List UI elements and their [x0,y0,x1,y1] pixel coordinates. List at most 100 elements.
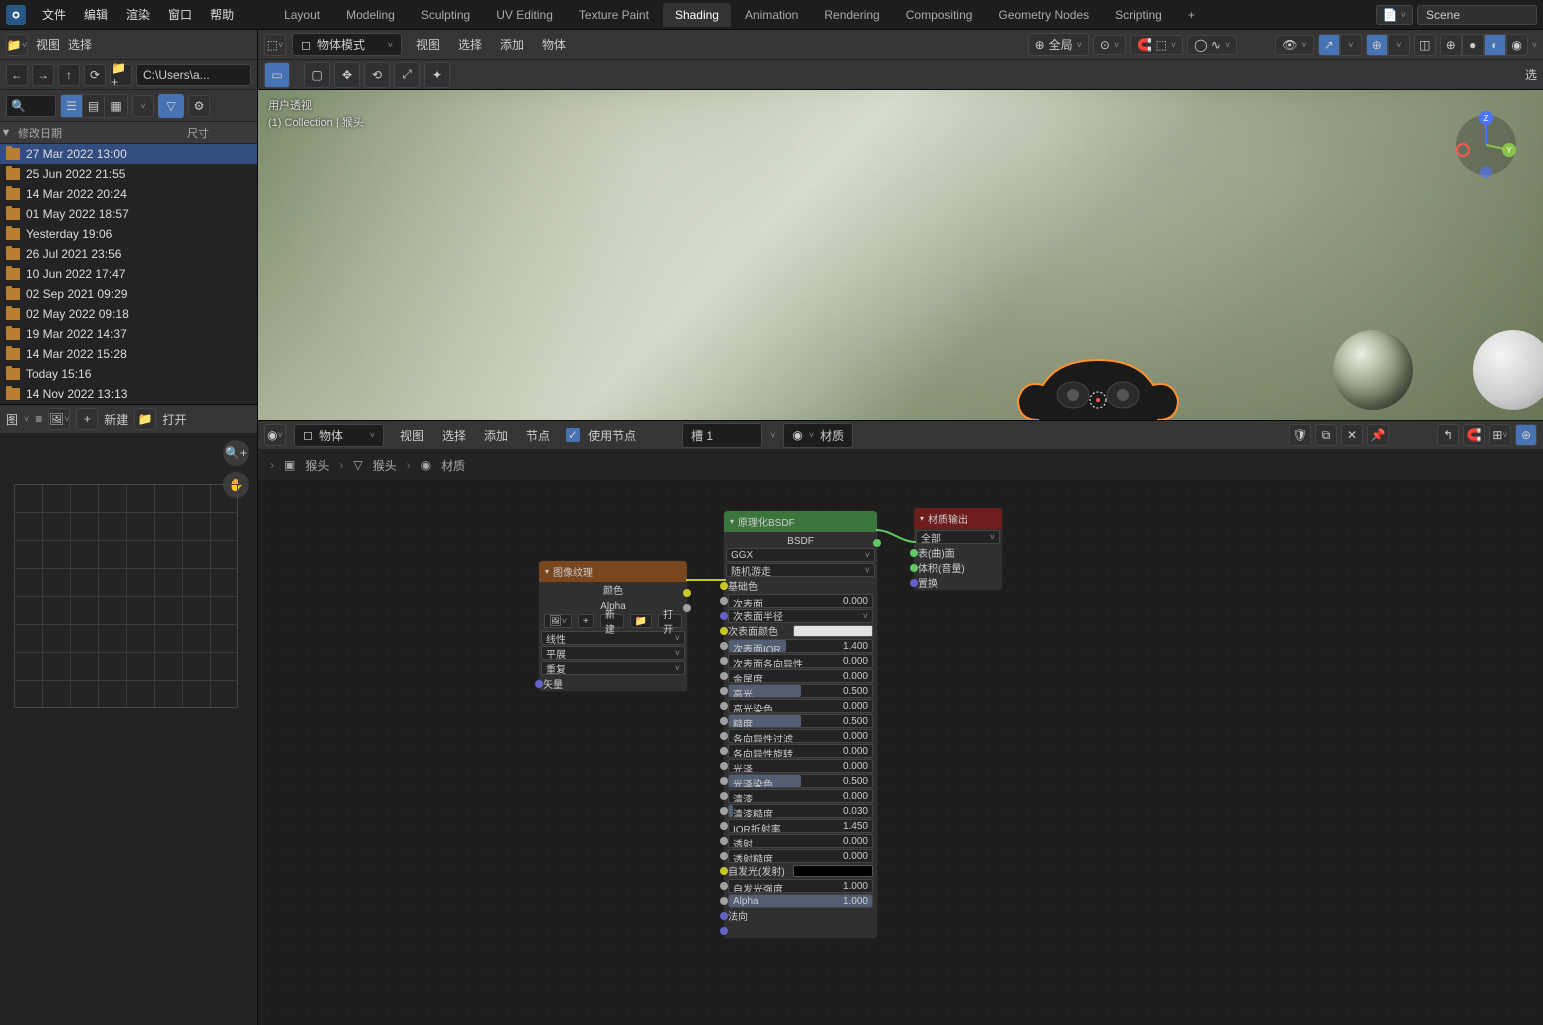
principled-bsdf-node[interactable]: ▾原理化BSDF BSDF GGX˅ 随机游走˅ 基础色 次表面0.000次表面… [723,510,878,939]
tool-rotate-icon[interactable]: ⟲ [364,62,390,88]
file-row[interactable]: Yesterday 19:06 [0,224,257,244]
node-select[interactable]: 选择 [434,424,474,447]
file-row[interactable]: 01 May 2022 18:57 [0,204,257,224]
hdri-preview-sphere[interactable] [1333,330,1413,410]
pivot-selector[interactable]: ⊙˅ [1093,35,1126,55]
gray-preview-sphere[interactable] [1473,330,1543,410]
vp-view[interactable]: 视图 [408,33,448,56]
tab-texture-paint[interactable]: Texture Paint [567,3,661,27]
settings-icon[interactable]: ⚙ [188,95,210,117]
proportional-toggle[interactable]: ◯ ∿˅ [1187,35,1237,55]
col-date[interactable]: 修改日期 [12,125,187,141]
tool-move-icon[interactable]: ✥ [334,62,360,88]
pin-icon[interactable]: 📌 [1367,424,1389,446]
tool-box-icon[interactable]: ▢ [304,62,330,88]
nav-forward-icon[interactable]: → [32,64,54,86]
file-row[interactable]: 26 Jul 2021 23:56 [0,244,257,264]
tab-geometry-nodes[interactable]: Geometry Nodes [986,3,1101,27]
fb-menu-view[interactable]: 视图 [36,36,60,53]
menu-file[interactable]: 文件 [34,2,74,27]
node-add[interactable]: 添加 [476,424,516,447]
file-row[interactable]: 25 Jun 2022 21:55 [0,164,257,184]
image-canvas[interactable]: 🔍+ ✋ [0,434,257,1025]
matprev-icon[interactable]: ◐ [1484,34,1506,56]
gizmo-dd[interactable]: ˅ [1340,34,1362,56]
gizmo-icon[interactable]: ↗ [1318,34,1340,56]
material-output-node[interactable]: ▾材质输出 全部˅ 表(曲)面 体积(音量) 置换 [913,507,1003,591]
file-row[interactable]: 14 Mar 2022 20:24 [0,184,257,204]
image-add-icon[interactable]: + [76,408,98,430]
nav-newfolder-icon[interactable]: 📁+ [110,64,132,86]
3d-viewport[interactable]: 用户透视 (1) Collection | 猴头 Z Y [258,90,1543,420]
filebrowser-editor-icon[interactable]: 📁˅ [6,34,28,56]
tab-rendering[interactable]: Rendering [812,3,891,27]
tool-scale-icon[interactable]: ⤢ [394,62,420,88]
snap-grid-icon[interactable]: ⊞˅ [1489,424,1511,446]
viewport-editor-icon[interactable]: ⬚˅ [264,34,286,56]
node-editor-icon[interactable]: ◉˅ [264,424,286,446]
image-texture-node[interactable]: ▾图像纹理 颜色 Alpha 🖼˅ + 新建 📁 打开 线性˅ 平展˅ 重复˅ … [538,560,688,692]
file-row[interactable]: 10 Jun 2022 17:47 [0,264,257,284]
node-canvas[interactable]: ▾图像纹理 颜色 Alpha 🖼˅ + 新建 📁 打开 线性˅ 平展˅ 重复˅ … [258,480,1543,1025]
wireframe-icon[interactable]: ⊕ [1440,34,1462,56]
tab-animation[interactable]: Animation [733,3,810,27]
filter-icon[interactable]: ▽ [158,94,184,118]
xray-icon[interactable]: ◫ [1414,34,1436,56]
tab-compositing[interactable]: Compositing [894,3,985,27]
img-menu-icon[interactable]: ≡ [35,412,42,426]
image-dropdown-icon[interactable]: 🖼˅ [48,408,70,430]
file-row[interactable]: 14 Nov 2022 13:13 [0,384,257,404]
path-field[interactable]: C:\Users\a... [136,64,251,86]
menu-window[interactable]: 窗口 [160,2,200,27]
tab-shading[interactable]: Shading [663,3,731,27]
scene-name-field[interactable]: Scene [1417,5,1537,25]
menu-edit[interactable]: 编辑 [76,2,116,27]
fb-menu-select[interactable]: 选择 [68,36,92,53]
tab-modeling[interactable]: Modeling [334,3,407,27]
overlay-icon[interactable]: ⊕ [1366,34,1388,56]
tool-transform-icon[interactable]: ✦ [424,62,450,88]
nav-up-icon[interactable]: ↑ [58,64,80,86]
nav-gizmo[interactable]: Z Y [1451,110,1521,180]
display-list-icon[interactable]: ☰ [61,95,83,117]
overlay-dd[interactable]: ˅ [1388,34,1410,56]
use-nodes-checkbox[interactable]: ✓ [566,428,580,442]
search-input[interactable]: 🔍 [6,95,56,117]
vp-object[interactable]: 物体 [534,33,574,56]
overlay-node-icon[interactable]: ⊕ [1515,424,1537,446]
close-icon[interactable]: ✕ [1341,424,1363,446]
img-new[interactable]: 新建 [104,411,128,428]
vp-select[interactable]: 选择 [450,33,490,56]
menu-render[interactable]: 渲染 [118,2,158,27]
node-node[interactable]: 节点 [518,424,558,447]
rendered-icon[interactable]: ◉ [1506,34,1528,56]
tab-scripting[interactable]: Scripting [1103,3,1174,27]
material-field[interactable]: ◉˅ 材质 [783,423,853,448]
nav-back-icon[interactable]: ← [6,64,28,86]
solid-icon[interactable]: ● [1462,34,1484,56]
sort-arrow-icon[interactable]: ▼ [0,127,12,139]
col-size[interactable]: 尺寸 [187,125,257,141]
node-view[interactable]: 视图 [392,424,432,447]
copy-icon[interactable]: ⧉ [1315,424,1337,446]
zoom-icon[interactable]: 🔍+ [223,440,249,466]
snap-icon[interactable]: 🧲 [1463,424,1485,446]
file-row[interactable]: 19 Mar 2022 14:37 [0,324,257,344]
file-row[interactable]: 27 Mar 2022 13:00 [0,144,257,164]
blender-logo[interactable] [6,5,26,25]
visibility-toggle[interactable]: 👁˅ [1275,35,1314,55]
node-mode-selector[interactable]: ◻ 物体˅ [294,424,384,447]
tab-sculpting[interactable]: Sculpting [409,3,482,27]
orientation-selector[interactable]: ⊕ 全局 ˅ [1028,33,1089,56]
tab-uv-editing[interactable]: UV Editing [484,3,565,27]
img-editor-label[interactable]: 图 [6,411,18,428]
img-open[interactable]: 打开 [162,411,186,428]
select-tool-icon[interactable]: ▭ [264,62,290,88]
display-thumb-icon[interactable]: ▦ [105,95,127,117]
tab-layout[interactable]: Layout [272,3,332,27]
file-row[interactable]: Today 15:16 [0,364,257,384]
display-detail-icon[interactable]: ▤ [83,95,105,117]
nav-refresh-icon[interactable]: ⟳ [84,64,106,86]
vp-add[interactable]: 添加 [492,33,532,56]
mode-selector[interactable]: ◻ 物体模式 ˅ [292,33,402,56]
